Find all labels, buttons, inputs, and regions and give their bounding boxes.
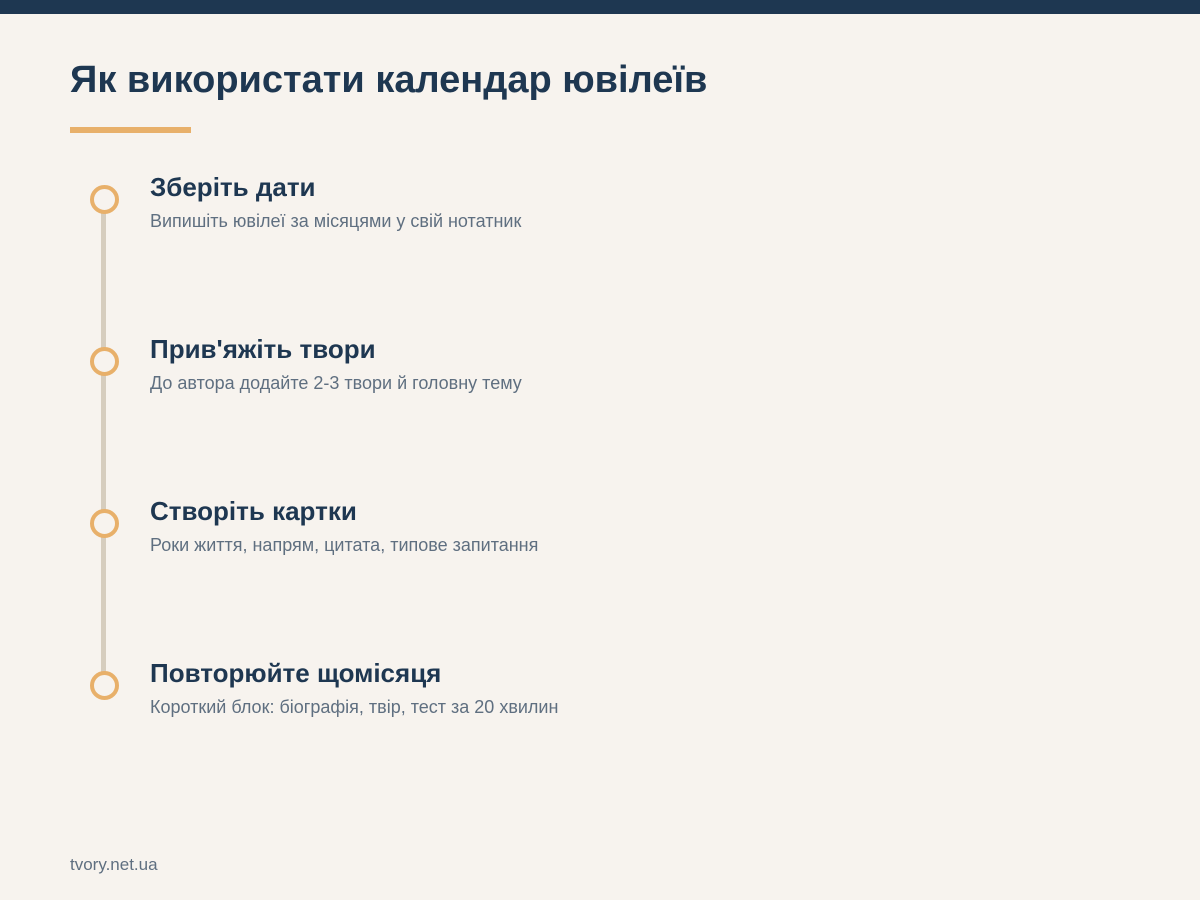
step-description: Роки життя, напрям, цитата, типове запит…	[150, 535, 539, 555]
timeline-dot-icon	[90, 671, 119, 700]
timeline-step-repeat-monthly: Повторюйте щомісяця Короткий блок: біогр…	[0, 658, 1200, 751]
timeline-step-collect-dates: Зберіть дати Випишіть ювілеї за місяцями…	[0, 172, 1200, 265]
timeline-dot-icon	[90, 509, 119, 538]
title-underline	[70, 127, 191, 133]
timeline-dot-icon	[90, 185, 119, 214]
timeline-line	[101, 196, 106, 682]
page-title: Як використати календар ювілеїв	[70, 59, 708, 101]
step-title: Прив'яжіть твори	[150, 334, 376, 364]
step-title: Зберіть дати	[150, 172, 316, 202]
footer-site-name: tvory.net.ua	[70, 855, 158, 874]
step-title: Повторюйте щомісяця	[150, 658, 442, 688]
timeline-dot-icon	[90, 347, 119, 376]
step-title: Створіть картки	[150, 496, 357, 526]
top-accent-bar	[0, 0, 1200, 14]
timeline-step-create-cards: Створіть картки Роки життя, напрям, цита…	[0, 496, 1200, 589]
step-description: Випишіть ювілеї за місяцями у свій нотат…	[150, 211, 522, 231]
step-description: Короткий блок: біографія, твір, тест за …	[150, 697, 559, 717]
step-description: До автора додайте 2-3 твори й головну те…	[150, 373, 522, 393]
timeline-step-link-works: Прив'яжіть твори До автора додайте 2-3 т…	[0, 334, 1200, 427]
